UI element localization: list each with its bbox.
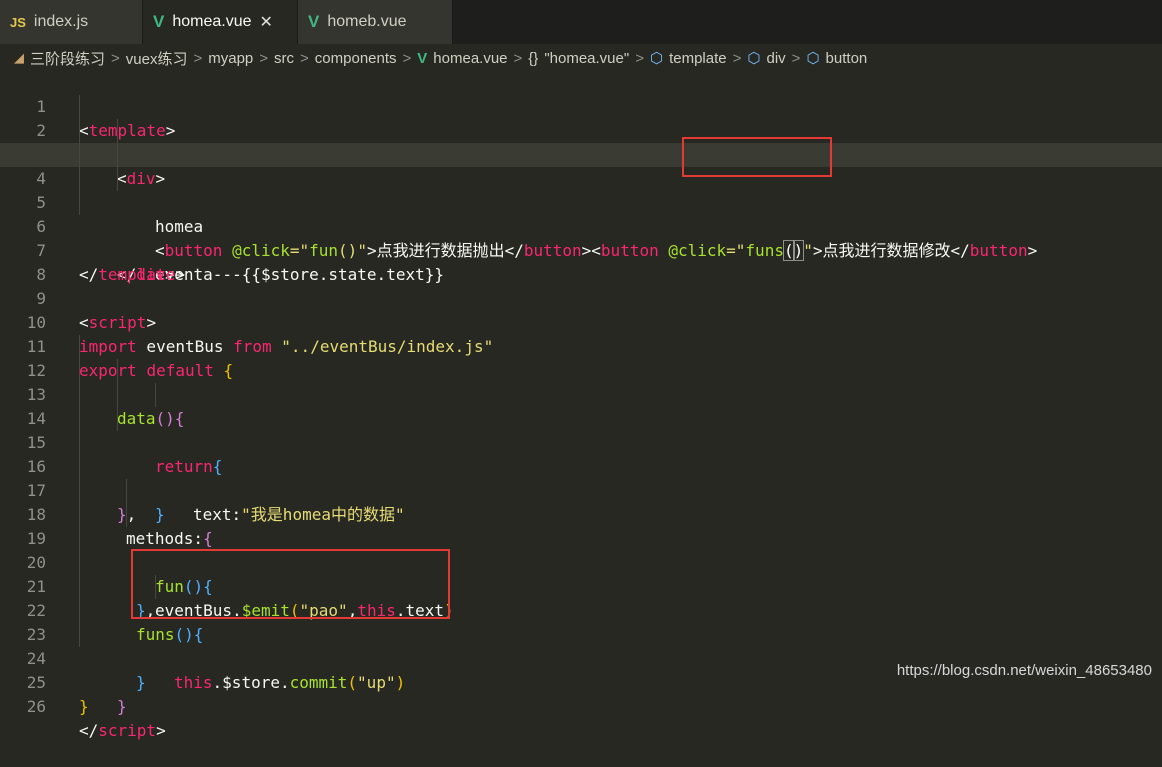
indent-guide bbox=[79, 335, 80, 359]
close-icon[interactable]: ✕ bbox=[260, 12, 273, 32]
code-line[interactable]: 9 <script> bbox=[0, 263, 1162, 332]
tok: } bbox=[79, 697, 89, 716]
watermark: https://blog.csdn.net/weixin_48653480 bbox=[896, 662, 1152, 679]
indent-guide bbox=[79, 575, 80, 599]
code-line[interactable]: 11 export default { bbox=[0, 311, 1162, 380]
editor-tab-bar: JS index.js V homea.vue ✕ V homeb.vue bbox=[0, 0, 1162, 44]
tab-label: homea.vue bbox=[172, 13, 252, 30]
indent-guide bbox=[79, 95, 80, 119]
code-line[interactable]: 13 return{ bbox=[0, 359, 1162, 476]
code-line[interactable]: 10 import eventBus from "../eventBus/ind… bbox=[0, 287, 1162, 356]
js-icon: JS bbox=[10, 14, 26, 30]
indent-guide bbox=[79, 623, 80, 647]
code-line[interactable]: 6 </div> bbox=[0, 191, 1162, 284]
code-line[interactable]: 16 }, bbox=[0, 431, 1162, 524]
tab-homea-vue[interactable]: V homea.vue ✕ bbox=[143, 0, 298, 44]
breadcrumb-item[interactable]: myapp bbox=[208, 50, 253, 67]
code-line-current[interactable]: 4 <button @click="fun()">点我进行数据抛出</butto… bbox=[0, 143, 1162, 261]
indent-guide bbox=[79, 359, 80, 383]
indent-guide bbox=[79, 119, 80, 143]
indent-guide bbox=[79, 191, 80, 215]
tab-label: index.js bbox=[33, 13, 89, 30]
indent-guide bbox=[79, 599, 80, 623]
breadcrumb-item[interactable]: "homea.vue" bbox=[544, 50, 629, 67]
tok: script bbox=[98, 721, 157, 740]
highlight-box-funs-method bbox=[131, 549, 450, 619]
indent-guide bbox=[79, 455, 80, 479]
tok: > bbox=[156, 721, 166, 740]
chevron-right-icon: > bbox=[732, 49, 742, 67]
chevron-right-icon: > bbox=[791, 49, 801, 67]
cube-icon: ⬡ bbox=[747, 50, 761, 67]
line-code[interactable]: </script> bbox=[79, 719, 166, 743]
line-code[interactable]: } bbox=[79, 695, 89, 719]
line-code[interactable]: } bbox=[117, 695, 127, 719]
tab-homeb-vue[interactable]: V homeb.vue bbox=[298, 0, 453, 44]
code-line[interactable]: 20 }, bbox=[0, 527, 1162, 620]
code-line[interactable]: 15 } bbox=[0, 407, 1162, 524]
indent-guide bbox=[79, 143, 80, 167]
indent-guide bbox=[79, 551, 80, 575]
breadcrumb-item[interactable]: src bbox=[274, 50, 294, 67]
breadcrumb-item[interactable]: button bbox=[826, 50, 868, 67]
code-line[interactable]: 7 </template> bbox=[0, 215, 1162, 284]
indent-guide bbox=[155, 383, 156, 407]
indent-guide bbox=[126, 479, 127, 503]
indent-guide bbox=[79, 383, 80, 407]
indent-guide bbox=[79, 503, 80, 527]
breadcrumb-item[interactable]: homea.vue bbox=[433, 50, 507, 67]
tab-label: homeb.vue bbox=[327, 13, 407, 30]
code-line[interactable]: 18 fun(){ bbox=[0, 479, 1162, 596]
code-line[interactable]: 5 eventa---{{$store.state.text}} bbox=[0, 167, 1162, 284]
breadcrumb-item[interactable]: 三阶段练习 bbox=[30, 48, 105, 69]
line-number: 26 bbox=[26, 697, 46, 716]
chevron-right-icon: > bbox=[513, 49, 523, 67]
indent-guide bbox=[117, 143, 118, 167]
braces-icon: {} bbox=[528, 49, 539, 67]
code-editor[interactable]: 1 <template> 2 <div> 3 homea 4 <button @… bbox=[0, 71, 1162, 740]
breadcrumb-item[interactable]: template bbox=[669, 50, 727, 67]
chevron-right-icon: > bbox=[402, 49, 412, 67]
code-line[interactable]: 19 eventBus.$emit("pao",this.text) bbox=[0, 503, 1162, 620]
code-line[interactable]: 3 homea bbox=[0, 119, 1162, 236]
code-line[interactable]: 8 bbox=[0, 239, 1162, 284]
folder-icon: ◢ bbox=[14, 50, 24, 65]
cube-icon: ⬡ bbox=[806, 50, 820, 67]
indent-guide bbox=[126, 503, 127, 527]
indent-guide bbox=[79, 407, 80, 431]
indent-guide bbox=[79, 431, 80, 455]
breadcrumb-item[interactable]: components bbox=[315, 50, 397, 67]
indent-guide bbox=[79, 479, 80, 503]
indent-guide bbox=[117, 359, 118, 383]
vue-icon: V bbox=[308, 12, 320, 31]
indent-guide bbox=[117, 383, 118, 407]
vue-icon: V bbox=[153, 12, 165, 31]
chevron-right-icon: > bbox=[300, 49, 309, 67]
indent-guide bbox=[117, 167, 118, 191]
code-line[interactable]: 14 text:"我是homea中的数据" bbox=[0, 383, 1162, 524]
chevron-right-icon: > bbox=[111, 49, 120, 67]
indent-guide bbox=[117, 407, 118, 431]
tok: </ bbox=[79, 721, 99, 740]
highlight-box-click-funs bbox=[682, 137, 832, 177]
code-line[interactable]: 12 data(){ bbox=[0, 335, 1162, 428]
code-line[interactable]: 2 <div> bbox=[0, 95, 1162, 188]
breadcrumb-item[interactable]: div bbox=[766, 50, 785, 67]
code-line[interactable]: 24 } bbox=[0, 623, 1162, 716]
code-line[interactable]: 1 <template> bbox=[0, 71, 1162, 140]
indent-guide bbox=[79, 527, 80, 551]
breadcrumb-item[interactable]: vuex练习 bbox=[126, 48, 188, 69]
vue-icon: V bbox=[417, 49, 428, 67]
code-line[interactable]: 17 methods:{ bbox=[0, 455, 1162, 548]
tok: } bbox=[117, 697, 127, 716]
cube-icon: ⬡ bbox=[649, 50, 664, 67]
chevron-right-icon: > bbox=[635, 49, 644, 67]
indent-guide bbox=[79, 167, 80, 191]
tab-index-js[interactable]: JS index.js bbox=[0, 0, 143, 44]
indent-guide bbox=[117, 119, 118, 143]
chevron-right-icon: > bbox=[259, 49, 269, 67]
chevron-right-icon: > bbox=[193, 49, 203, 67]
breadcrumb: ◢ 三阶段练习 > vuex练习 > myapp > src > compone… bbox=[0, 44, 1162, 72]
